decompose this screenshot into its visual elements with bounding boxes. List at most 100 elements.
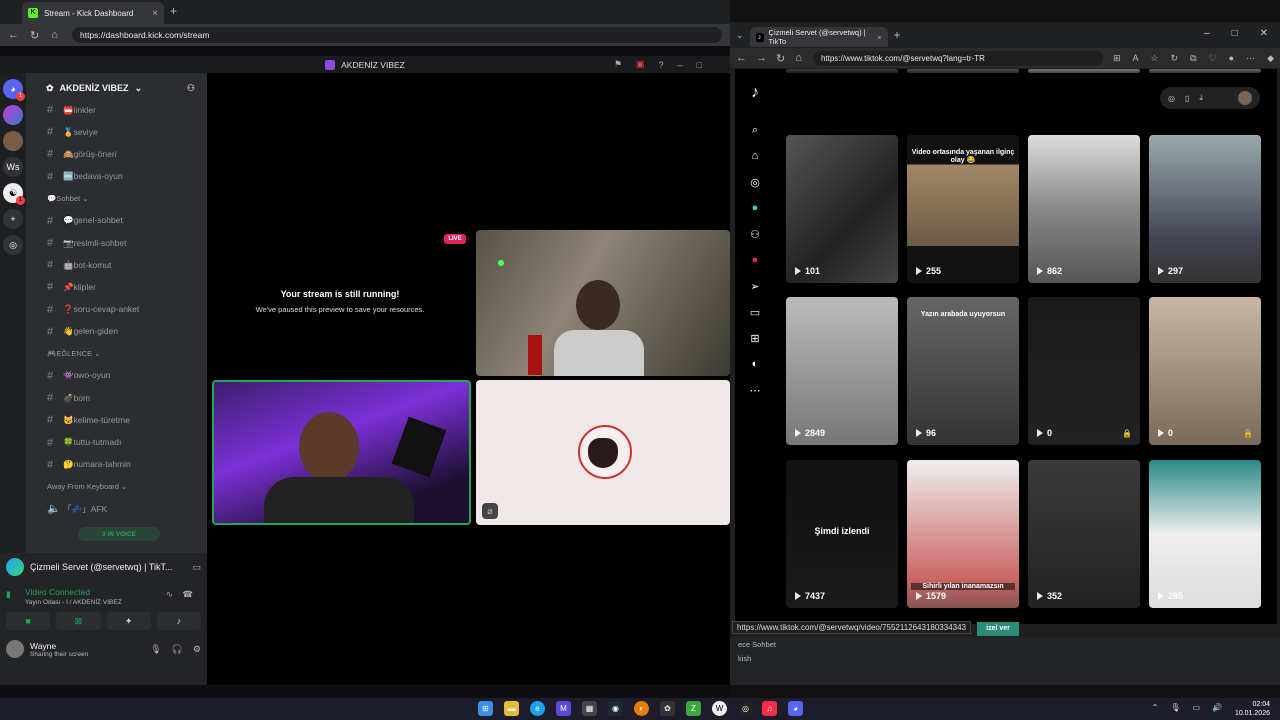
- resolve-icon[interactable]: ✿: [660, 701, 675, 716]
- app-icon-w[interactable]: W: [712, 701, 727, 716]
- tab-kick-dashboard[interactable]: K Stream - Kick Dashboard ×: [22, 2, 164, 24]
- channel-item[interactable]: # 🤖bot-komut: [26, 254, 207, 276]
- video-tile[interactable]: Şimdi izlendi 7437: [786, 460, 898, 608]
- explore-icon[interactable]: ◎: [735, 169, 775, 195]
- screenshare-button[interactable]: ⊠: [56, 612, 101, 630]
- activity-notification[interactable]: Çizmeli Servet (@servetwq) | TikT... ▭: [0, 553, 207, 581]
- tab-list-icon[interactable]: ⌄: [736, 30, 744, 41]
- video-tile[interactable]: Sihirli yılan inanamazsın 1579: [907, 460, 1019, 608]
- home-icon[interactable]: ⌂: [51, 29, 60, 41]
- channel-item[interactable]: # 👾owo-oyun: [26, 365, 207, 387]
- disconnect-icon[interactable]: ☎: [182, 589, 193, 600]
- channel-item[interactable]: # 📛linkler: [26, 99, 207, 121]
- flag-icon[interactable]: ⚑: [614, 59, 622, 70]
- volume-icon[interactable]: 🔊: [1212, 703, 1222, 712]
- close-icon[interactable]: ✕: [1260, 28, 1268, 39]
- mute-mic-icon[interactable]: ⌀: [482, 503, 498, 519]
- apps-icon[interactable]: ⊞: [1113, 53, 1121, 64]
- category-eglence[interactable]: 🎮EĞLENCE ⌄: [26, 343, 207, 365]
- maximize-icon[interactable]: □: [697, 60, 702, 70]
- music-icon[interactable]: ♫: [762, 701, 777, 716]
- channel-item[interactable]: # 👋gelen-giden: [26, 321, 207, 343]
- reload-icon[interactable]: ↻: [30, 29, 39, 42]
- profile-icon[interactable]: ◐: [735, 351, 775, 377]
- video-tile[interactable]: 263: [1028, 69, 1140, 73]
- server-icon-ws[interactable]: Ws: [3, 157, 23, 177]
- channel-item[interactable]: # 📷resimli-sohbet: [26, 232, 207, 254]
- screen-icon[interactable]: ▣: [636, 59, 645, 70]
- voice-status[interactable]: Video Connected: [25, 587, 90, 597]
- search-icon[interactable]: ⌕: [735, 117, 775, 143]
- invite-icon[interactable]: ⚇: [187, 83, 195, 94]
- channel-item[interactable]: # 💬genel-sohbet: [26, 210, 207, 232]
- video-tile[interactable]: 99: [1149, 69, 1261, 73]
- channel-item[interactable]: # ❓soru-cevap-anket: [26, 299, 207, 321]
- obs-icon[interactable]: ◎: [738, 701, 753, 716]
- reload-icon[interactable]: ↻: [776, 52, 785, 65]
- minimize-icon[interactable]: –: [1204, 28, 1210, 39]
- new-tab-icon[interactable]: +: [894, 28, 901, 42]
- channel-item[interactable]: # 🏅seviye: [26, 121, 207, 143]
- phone-icon[interactable]: ▯: [1185, 94, 1189, 103]
- home-icon[interactable]: ⌂: [735, 143, 775, 169]
- video-tile[interactable]: 101: [786, 135, 898, 283]
- mic-icon[interactable]: 🎙: [150, 644, 161, 655]
- headset-icon[interactable]: 🎧: [172, 644, 183, 655]
- profile-icon[interactable]: ●: [1229, 53, 1234, 64]
- server-icon-3[interactable]: ☯ 1: [3, 183, 25, 205]
- clock[interactable]: 02:04 10.01.2026: [1235, 700, 1270, 718]
- channel-item[interactable]: # 🙈görüş-öneri: [26, 143, 207, 165]
- in-voice-indicator[interactable]: 3 IN VOICE: [78, 527, 160, 541]
- voice-channel-afk[interactable]: 🔈 「💤」AFK: [26, 498, 207, 520]
- home-icon[interactable]: ⌂: [795, 52, 803, 64]
- video-tile[interactable]: 285: [1149, 460, 1261, 608]
- network-icon[interactable]: ▭: [1192, 703, 1200, 712]
- server-icon-2[interactable]: [3, 131, 23, 151]
- category-sohbet[interactable]: 💬Sohbet ⌄: [26, 188, 207, 210]
- close-tab-icon[interactable]: ×: [877, 33, 881, 42]
- channel-item[interactable]: # 🐱kelime-türetme: [26, 409, 207, 431]
- noise-icon[interactable]: ∿: [166, 589, 173, 600]
- video-tile[interactable]: 2849: [786, 297, 898, 445]
- close-tab-icon[interactable]: ×: [152, 8, 158, 19]
- minimize-icon[interactable]: –: [678, 60, 683, 70]
- copilot-icon[interactable]: ◆: [1267, 53, 1274, 64]
- tiktok-logo-icon[interactable]: ♪: [735, 69, 775, 117]
- video-tile[interactable]: 0 🔒: [1149, 297, 1261, 445]
- download-icon[interactable]: ⤓: [1199, 93, 1203, 103]
- mic-icon[interactable]: 🎙: [1170, 703, 1180, 712]
- avatar[interactable]: [6, 640, 24, 658]
- server-icon-1[interactable]: [3, 105, 23, 125]
- chevron-up-icon[interactable]: ⌃: [1152, 703, 1159, 712]
- maximize-icon[interactable]: □: [1232, 28, 1238, 39]
- video-tile[interactable]: 0 🔒: [1028, 297, 1140, 445]
- video-tile[interactable]: Yazın arabada uyuyorsun 96: [907, 297, 1019, 445]
- live-icon[interactable]: ●: [735, 195, 775, 221]
- forward-icon[interactable]: →: [756, 52, 767, 64]
- video-tile[interactable]: Video ortasında yaşanan ilginç olay 😂 255: [907, 135, 1019, 283]
- upload-icon[interactable]: ⊞: [735, 325, 775, 351]
- channel-item[interactable]: # 📌klipler: [26, 276, 207, 298]
- refresh-icon[interactable]: ↻: [1171, 53, 1179, 64]
- tab-tiktok[interactable]: ♪ Çizmeli Servet (@servetwq) | TikTo ×: [749, 27, 888, 47]
- menu-icon[interactable]: ⋯: [1246, 53, 1255, 64]
- explore-icon[interactable]: ◎: [1168, 94, 1175, 103]
- edge-icon[interactable]: e: [530, 701, 545, 716]
- right-url-field[interactable]: https://www.tiktok.com/@servetwq?lang=tr…: [812, 50, 1103, 66]
- help-icon[interactable]: ?: [659, 60, 664, 70]
- blender-icon[interactable]: ◐: [634, 701, 649, 716]
- new-tab-icon[interactable]: +: [170, 4, 177, 18]
- server-header[interactable]: ✿ AKDENİZ VIBEZ ⌄ ⚇: [26, 79, 207, 99]
- favorites-icon[interactable]: ♡: [1209, 53, 1217, 64]
- soundboard-button[interactable]: ♪: [156, 612, 201, 630]
- video-tile[interactable]: 329: [907, 69, 1019, 73]
- back-icon[interactable]: ←: [8, 29, 19, 41]
- channel-item[interactable]: # 🤔numara-tahmin: [26, 454, 207, 476]
- camera-button[interactable]: ■: [6, 612, 51, 630]
- activities-button[interactable]: ✦: [106, 612, 151, 630]
- discord-icon[interactable]: ◕: [788, 701, 803, 716]
- video-tile[interactable]: 297: [1149, 135, 1261, 283]
- video-tile[interactable]: 4290: [786, 69, 898, 73]
- stream-icon[interactable]: ▭: [192, 562, 201, 573]
- read-aloud-icon[interactable]: A: [1132, 53, 1138, 64]
